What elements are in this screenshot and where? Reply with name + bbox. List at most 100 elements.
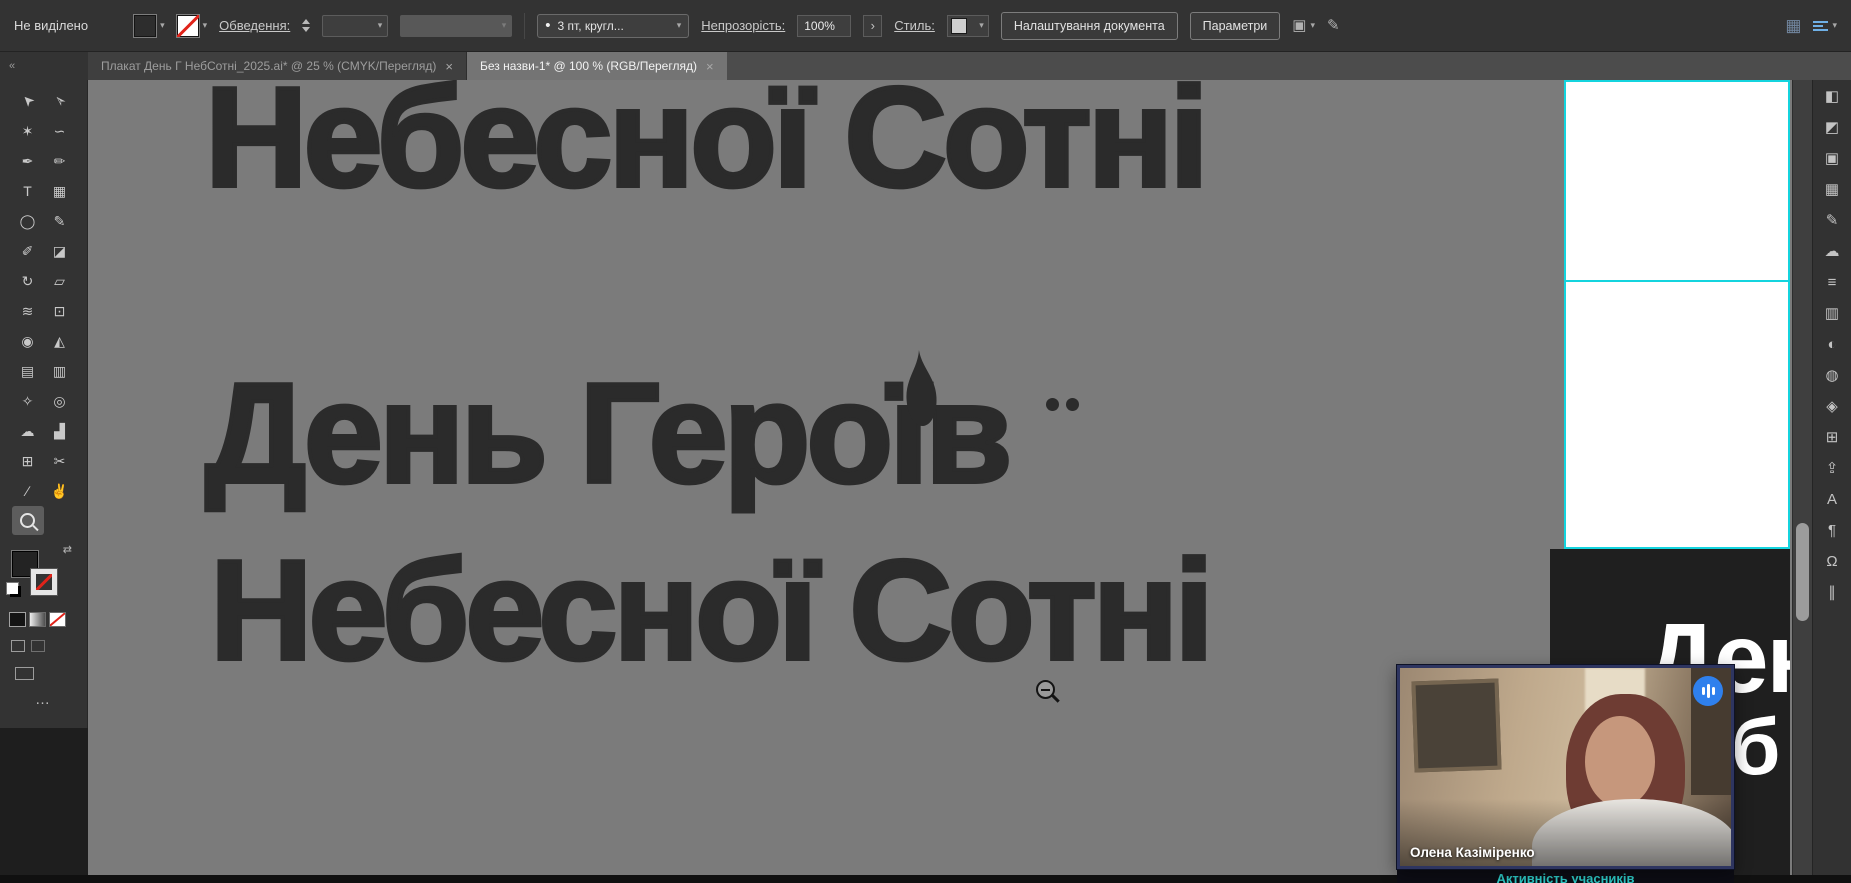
panel-symbols-icon[interactable]: ☁ xyxy=(1825,243,1840,260)
video-call-overlay[interactable]: Олена Казіміренко xyxy=(1397,665,1734,869)
pen-tool-icon: ✒ xyxy=(22,154,34,168)
tool-free-transform[interactable]: ⊡ xyxy=(44,296,76,325)
chevron-down-icon[interactable] xyxy=(1310,21,1315,30)
fill-color-control[interactable] xyxy=(134,15,165,37)
free-transform-tool-icon: ⊡ xyxy=(54,304,66,318)
graphic-style-combo[interactable] xyxy=(947,15,989,37)
panel-stroke-icon[interactable]: ≡ xyxy=(1828,274,1837,291)
tool-blend[interactable]: ◎ xyxy=(44,386,76,415)
tool-symbol-sprayer[interactable]: ☁ xyxy=(12,416,44,445)
close-icon[interactable]: × xyxy=(706,59,714,74)
stroke-weight-stepper[interactable] xyxy=(302,19,310,32)
tool-direct-selection[interactable]: ➢ xyxy=(44,86,76,115)
tool-shape-builder[interactable]: ◉ xyxy=(12,326,44,355)
panel-brushes-icon[interactable]: ✎ xyxy=(1826,212,1839,229)
tool-scale[interactable]: ▱ xyxy=(44,266,76,295)
app-grid-icon[interactable]: ▦ xyxy=(1785,16,1801,36)
panel-glyphs-icon[interactable]: Ω xyxy=(1826,553,1837,570)
panel-layers-icon[interactable]: ◈ xyxy=(1826,398,1838,415)
chevron-down-icon[interactable] xyxy=(160,21,165,30)
tool-perspective-grid[interactable]: ◭ xyxy=(44,326,76,355)
tool-pen[interactable]: ✒ xyxy=(12,146,44,175)
opacity-value: 100% xyxy=(804,19,835,33)
tool-shaper[interactable]: ✐ xyxy=(12,236,44,265)
style-panel-link[interactable]: Стиль: xyxy=(894,18,935,33)
document-tab-2[interactable]: Без назви-1* @ 100 % (RGB/Перегляд) × xyxy=(467,52,727,80)
stepper-up-icon[interactable] xyxy=(302,19,310,24)
opacity-expand-button[interactable]: › xyxy=(863,15,882,37)
panel-artboards-icon[interactable]: ⊞ xyxy=(1826,429,1839,446)
panel-export-icon[interactable]: ⇪ xyxy=(1826,460,1839,477)
stroke-panel-link[interactable]: Обведення: xyxy=(219,18,290,33)
tool-eraser[interactable]: ◪ xyxy=(44,236,76,265)
eyedropper-tool-icon: ✧ xyxy=(22,394,34,408)
tool-magic-wand[interactable]: ✶ xyxy=(12,116,44,145)
tool-eyedropper[interactable]: ✧ xyxy=(12,386,44,415)
tool-hand[interactable]: ✌ xyxy=(44,476,76,505)
panel-swatches-icon[interactable]: ▦ xyxy=(1825,181,1839,198)
panel-dock: ◧ ◩ ▣ ▦ ✎ ☁ ≡ ▥ ◐ ◍ ◈ ⊞ ⇪ A ¶ Ω ∥ xyxy=(1812,52,1851,883)
opacity-panel-link[interactable]: Непрозорість: xyxy=(701,18,785,33)
brush-preset-combo[interactable]: • 3 пт, кругл... xyxy=(537,14,689,38)
stroke-weight-combo[interactable] xyxy=(322,15,388,37)
draw-normal-icon[interactable] xyxy=(11,640,25,652)
panel-gradient-icon[interactable]: ▥ xyxy=(1825,305,1839,322)
panel-paragraph-icon[interactable]: ¶ xyxy=(1828,522,1836,539)
tool-slice[interactable]: ✂ xyxy=(44,446,76,475)
panel-appearance-icon[interactable]: ◍ xyxy=(1825,367,1838,384)
stepper-down-icon[interactable] xyxy=(302,27,310,32)
arrange-control[interactable]: ▣ xyxy=(1292,18,1315,33)
symbol-sprayer-tool-icon: ☁ xyxy=(21,424,35,438)
edit-toolbar-button[interactable]: … xyxy=(0,691,87,708)
panel-color-guide-icon[interactable]: ◩ xyxy=(1825,119,1839,136)
draw-behind-icon[interactable] xyxy=(31,640,45,652)
artwork-text-top: Небесної Сотні xyxy=(205,80,1205,209)
workspace-switcher[interactable] xyxy=(1813,21,1837,31)
close-icon[interactable]: × xyxy=(445,59,453,74)
tool-gradient[interactable]: ▥ xyxy=(44,356,76,385)
panel-transparency-icon[interactable]: ◐ xyxy=(1827,336,1836,353)
tool-rotate[interactable]: ↻ xyxy=(12,266,44,295)
document-setup-button[interactable]: Налаштування документа xyxy=(1001,12,1178,40)
panel-character-icon[interactable]: A xyxy=(1827,491,1837,508)
tool-grid[interactable]: ▦ xyxy=(44,176,76,205)
tool-ellipse[interactable]: ◯ xyxy=(12,206,44,235)
tool-mesh[interactable]: ▤ xyxy=(12,356,44,385)
share-document-icon[interactable]: ✎ xyxy=(1327,18,1340,33)
vertical-scrollbar[interactable] xyxy=(1792,80,1812,875)
stroke-color-control[interactable] xyxy=(177,15,208,37)
tool-zoom[interactable] xyxy=(12,506,44,535)
color-button[interactable] xyxy=(10,613,25,626)
screen-mode-icon[interactable] xyxy=(15,667,34,680)
fill-swatch[interactable] xyxy=(134,15,156,37)
tool-paintbrush[interactable]: ✎ xyxy=(44,206,76,235)
stroke-color-swatch[interactable] xyxy=(31,569,57,595)
stroke-none-swatch[interactable] xyxy=(177,15,199,37)
chevron-down-icon[interactable] xyxy=(203,21,208,30)
toolbar-lower-panel xyxy=(0,728,88,883)
style-swatch xyxy=(952,19,966,33)
panel-libraries-icon[interactable]: ▣ xyxy=(1825,150,1839,167)
tool-selection[interactable]: ➤ xyxy=(12,86,44,115)
tools-grid: ➤➢✶∽ ✒ ✏T▦◯✎✐◪↻▱≋ ⊡ ◉◭▤▥ ✧ ◎ ☁ ▟⊞✂∕✌ xyxy=(0,80,87,535)
scrollbar-thumb[interactable] xyxy=(1796,523,1809,621)
width-profile-combo[interactable] xyxy=(400,15,512,37)
none-button[interactable] xyxy=(50,613,65,626)
panel-align-icon[interactable]: ∥ xyxy=(1828,584,1836,601)
document-tab-1[interactable]: Плакат День Г НебСотні_2025.ai* @ 25 % (… xyxy=(88,52,467,80)
default-colors-icon[interactable] xyxy=(7,583,18,594)
gradient-button[interactable] xyxy=(30,613,45,626)
opacity-input[interactable]: 100% xyxy=(797,15,851,37)
tool-graph[interactable]: ▟ xyxy=(44,416,76,445)
preferences-button[interactable]: Параметри xyxy=(1190,12,1281,40)
tool-type[interactable]: T xyxy=(12,176,44,205)
arrange-icon[interactable]: ▣ xyxy=(1292,18,1306,33)
tool-artboard[interactable]: ⊞ xyxy=(12,446,44,475)
panel-color-icon[interactable]: ◧ xyxy=(1825,88,1839,105)
toolbar-collapse-button[interactable]: « xyxy=(0,52,88,80)
tool-lasso[interactable]: ∽ xyxy=(44,116,76,145)
tool-curvature[interactable]: ✏ xyxy=(44,146,76,175)
tool-knife[interactable]: ∕ xyxy=(12,476,44,505)
tool-width[interactable]: ≋ xyxy=(12,296,44,325)
swap-fill-stroke-icon[interactable]: ⇄ xyxy=(63,543,72,556)
